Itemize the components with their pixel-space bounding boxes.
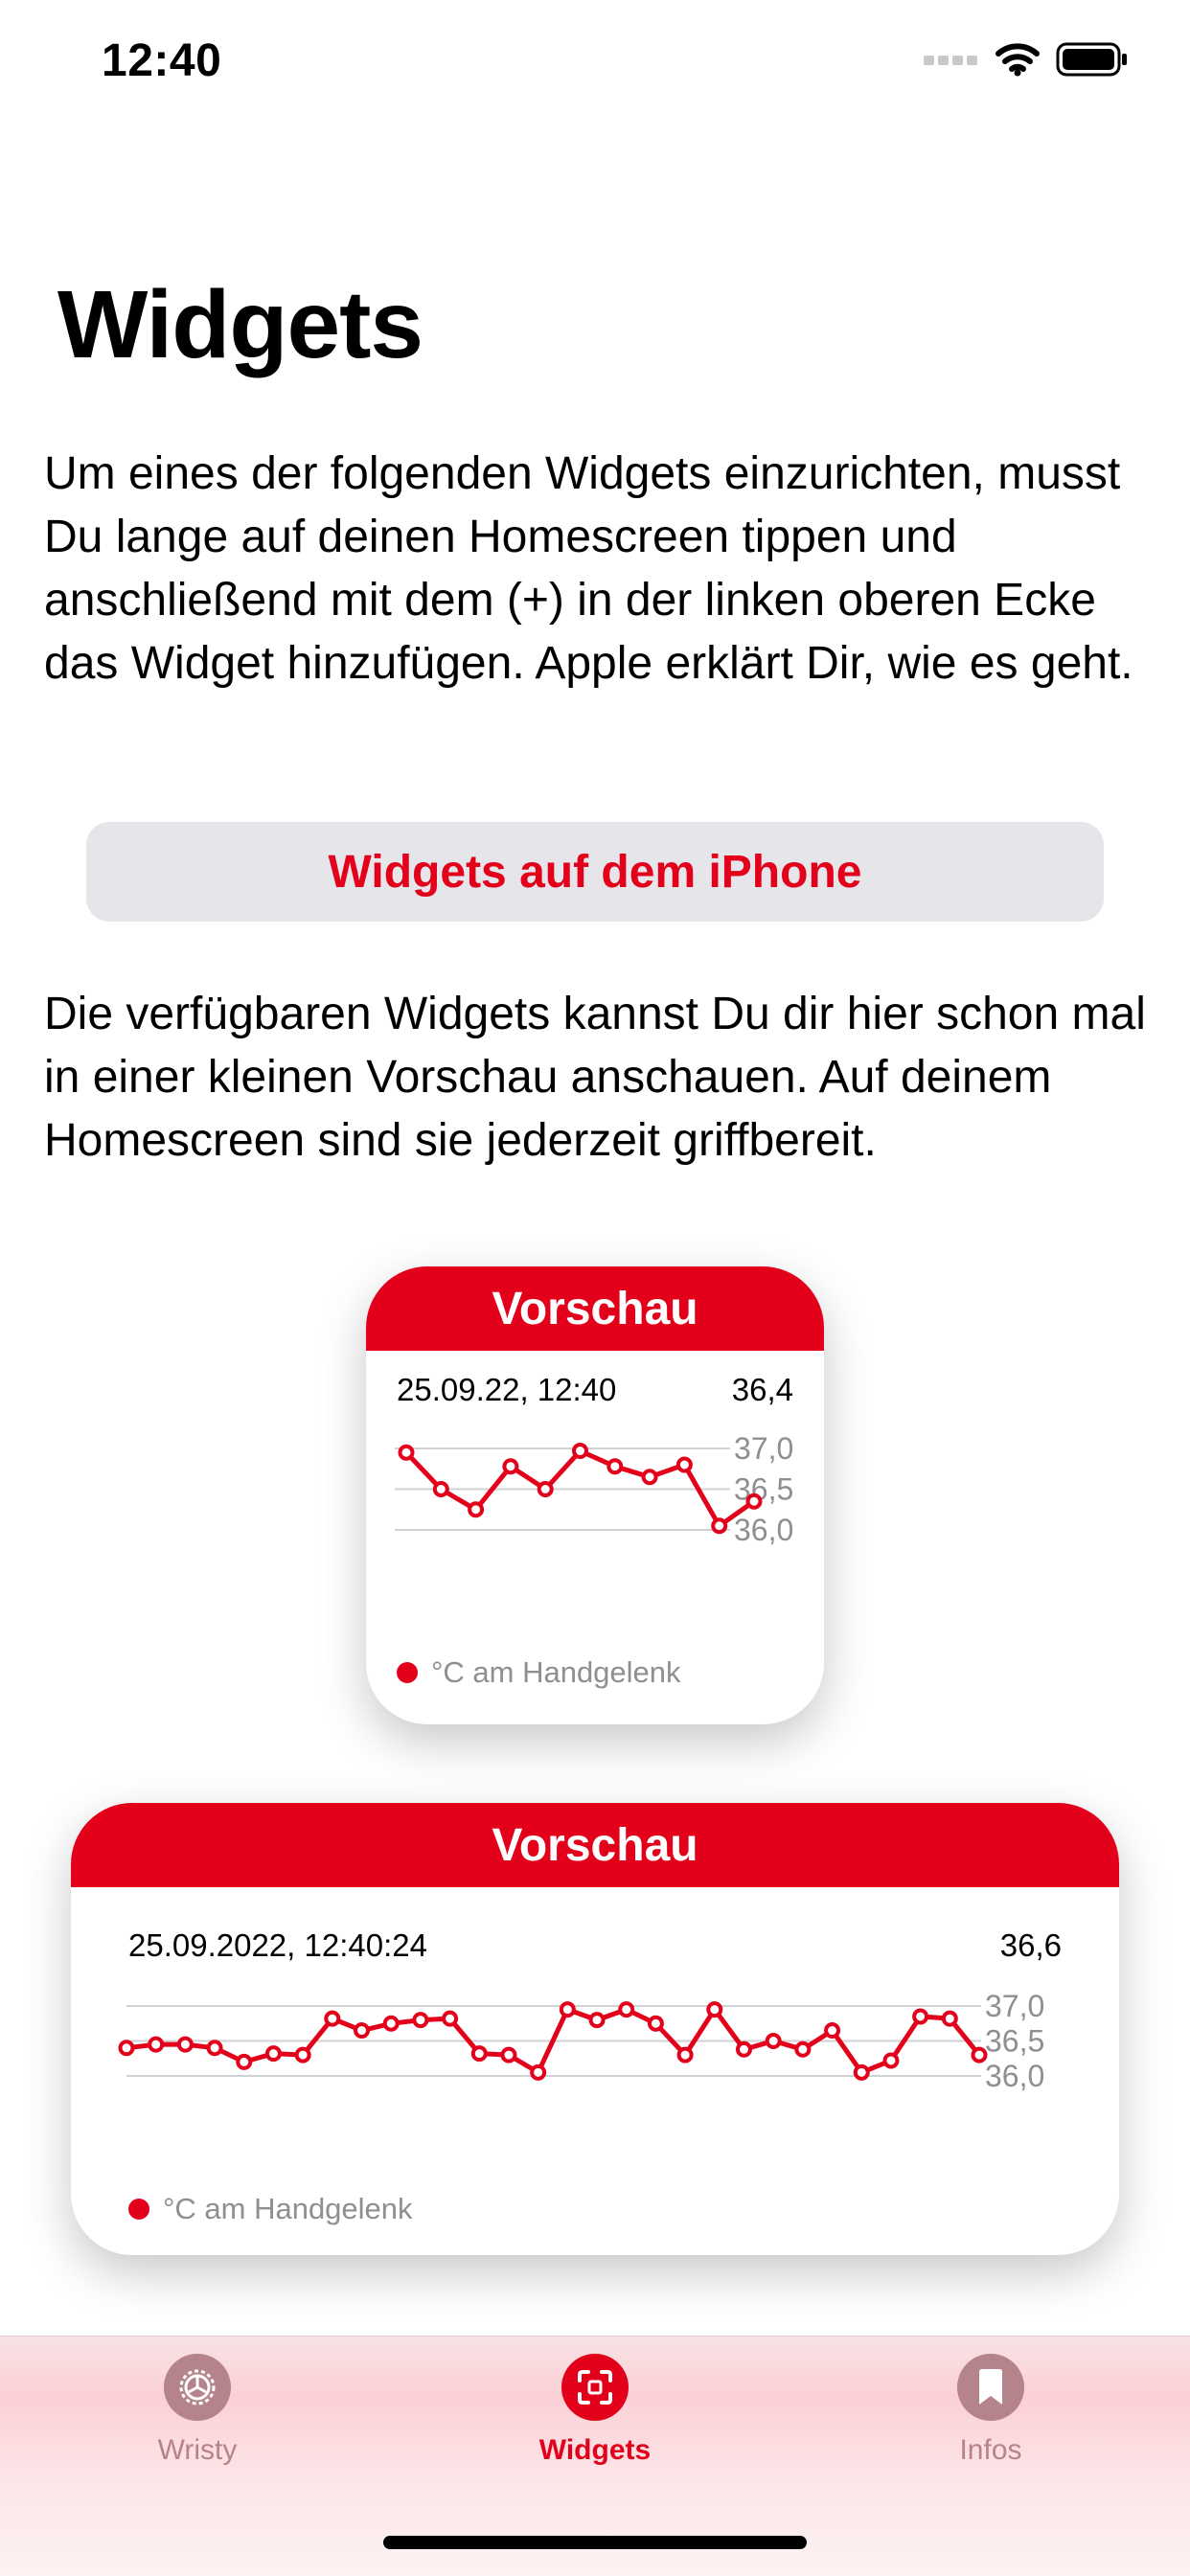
legend-label: °C am Handgelenk xyxy=(431,1655,681,1689)
data-point xyxy=(647,2015,664,2032)
data-point xyxy=(853,2063,870,2081)
widgets-on-iphone-button[interactable]: Widgets auf dem iPhone xyxy=(86,822,1104,922)
tab-label: Infos xyxy=(959,2434,1022,2466)
tab-icon-circle xyxy=(164,2354,231,2421)
data-point xyxy=(118,2040,135,2057)
status-icons xyxy=(924,42,1129,77)
data-point xyxy=(530,2063,547,2081)
data-point xyxy=(324,2010,341,2027)
data-point xyxy=(711,1517,728,1535)
data-point xyxy=(398,1444,415,1461)
home-indicator[interactable] xyxy=(383,2536,807,2549)
data-point xyxy=(675,1456,693,1473)
y-tick-label: 36,0 xyxy=(734,1513,793,1547)
intro-text: Um eines der folgenden Widgets einzurich… xyxy=(44,448,1133,689)
y-tick-label: 37,0 xyxy=(734,1431,793,1466)
data-point xyxy=(294,2046,311,2063)
data-point xyxy=(971,2046,988,2063)
data-point xyxy=(559,2001,576,2018)
tab-wristy[interactable]: Wristy xyxy=(102,2354,293,2467)
y-tick-label: 36,5 xyxy=(985,2024,1044,2059)
data-point xyxy=(470,2045,488,2063)
data-point xyxy=(412,2012,429,2029)
data-point xyxy=(765,2033,782,2049)
large-widget-preview: Vorschau 25.09.2022, 12:40:24 36,6 37,0 3… xyxy=(71,1803,1119,2255)
data-point xyxy=(824,2022,841,2040)
widget-value: 36,4 xyxy=(731,1372,793,1407)
preview-text: Die verfügbaren Widgets kannst Du dir hi… xyxy=(44,989,1146,1166)
data-point xyxy=(794,2040,812,2058)
tab-widgets[interactable]: Widgets xyxy=(499,2354,691,2467)
data-point xyxy=(354,2022,371,2040)
widget-header: Vorschau xyxy=(71,1803,1119,1887)
legend-dot xyxy=(397,1662,418,1683)
widget-date: 25.09.2022, 12:40:24 xyxy=(128,1927,427,1963)
y-tick-label: 36,5 xyxy=(734,1472,793,1507)
legend-label: °C am Handgelenk xyxy=(163,2192,413,2225)
data-point xyxy=(432,1481,449,1497)
battery-icon xyxy=(1056,42,1127,77)
data-point xyxy=(606,1458,624,1475)
data-point xyxy=(706,2001,723,2018)
data-point xyxy=(176,2036,194,2053)
data-point xyxy=(537,1481,554,1497)
data-point xyxy=(676,2046,694,2063)
data-point xyxy=(236,2053,253,2070)
data-point xyxy=(382,2015,400,2032)
data-point xyxy=(882,2052,900,2069)
data-point xyxy=(206,2040,223,2057)
tab-label: Widgets xyxy=(538,2434,652,2466)
data-point xyxy=(588,2012,606,2029)
widget-legend: °C am Handgelenk xyxy=(397,1655,681,1690)
data-point xyxy=(264,2045,282,2063)
y-tick-label: 36,0 xyxy=(985,2059,1044,2093)
data-point xyxy=(442,2010,459,2027)
tab-icon-circle xyxy=(957,2354,1024,2421)
page-title: Widgets xyxy=(57,271,423,378)
wifi-icon xyxy=(995,43,1040,77)
viewfinder-icon xyxy=(578,2370,612,2405)
widget-header: Vorschau xyxy=(366,1266,824,1351)
data-point xyxy=(641,1469,658,1486)
data-point xyxy=(502,1458,519,1475)
data-point xyxy=(618,2001,635,2018)
widget-value: 36,6 xyxy=(999,1927,1062,1963)
data-point xyxy=(912,2008,929,2025)
data-point xyxy=(148,2036,165,2053)
data-point xyxy=(941,2010,958,2027)
small-widget-preview: Vorschau 25.09.22, 12:40 36,4 37,0 36,5 36… xyxy=(366,1266,824,1724)
tab-infos[interactable]: Infos xyxy=(895,2354,1087,2467)
bookmark-icon xyxy=(979,2369,1002,2405)
signal-icon xyxy=(924,56,977,65)
data-point xyxy=(500,2046,517,2063)
widget-legend: °C am Handgelenk xyxy=(128,2192,413,2226)
tab-icon-circle xyxy=(561,2354,629,2421)
widget-date: 25.09.22, 12:40 xyxy=(397,1372,617,1407)
small-temperature-chart: 37,0 36,5 36,0 xyxy=(395,1431,793,1547)
legend-dot xyxy=(128,2199,149,2220)
data-point xyxy=(735,2040,752,2058)
status-time: 12:40 xyxy=(102,35,222,86)
large-temperature-chart: 37,036,536,0 xyxy=(118,1989,1044,2093)
gear-icon xyxy=(179,2369,216,2405)
y-tick-label: 37,0 xyxy=(985,1989,1044,2023)
data-point xyxy=(572,1443,588,1460)
data-point xyxy=(468,1501,485,1518)
data-point xyxy=(745,1493,763,1510)
tab-label: Wristy xyxy=(157,2434,238,2466)
